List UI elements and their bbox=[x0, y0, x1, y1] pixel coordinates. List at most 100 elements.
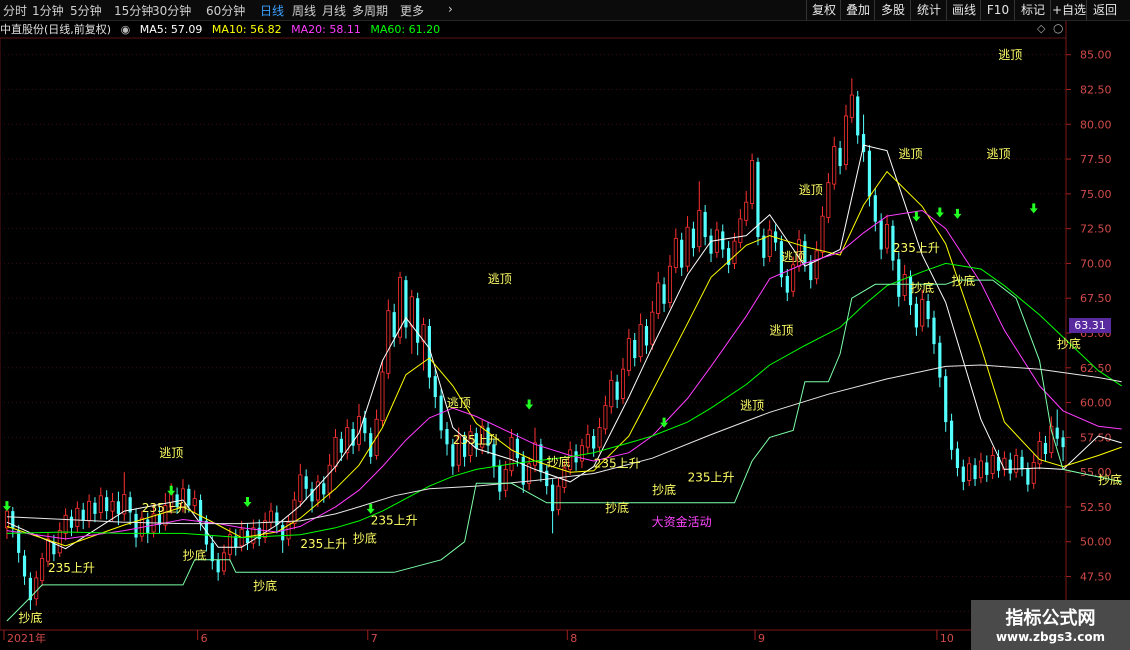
candle-body-down bbox=[680, 239, 684, 268]
signal-label: 抄底 bbox=[1098, 472, 1122, 487]
toolbar-button-5[interactable]: F10 bbox=[980, 0, 1015, 20]
signal-label: 235上升 bbox=[453, 433, 500, 447]
candle-body-up bbox=[732, 240, 737, 264]
period-tab-9[interactable]: 多周期 bbox=[352, 2, 388, 19]
candle-body-up bbox=[814, 250, 819, 280]
toolbar-button-1[interactable]: 叠加 bbox=[840, 0, 875, 20]
kline-chart[interactable]: 85.00 82.50 80.00 77.50 75.00 72.50 70.00 67.50… bbox=[0, 0, 1130, 650]
toolbar-button-0[interactable]: 复权 bbox=[806, 0, 841, 20]
candle-body-up bbox=[4, 510, 9, 529]
candle-body-down bbox=[592, 435, 596, 449]
toolbar-button-4[interactable]: 画线 bbox=[946, 0, 981, 20]
signal-arrow-icon bbox=[167, 485, 176, 496]
period-tab-6[interactable]: 日线 bbox=[260, 2, 284, 19]
candle-body-down bbox=[392, 312, 396, 338]
candle-body-down bbox=[949, 420, 954, 450]
candle-body-down bbox=[785, 275, 789, 293]
signal-label: 逃顶 bbox=[899, 147, 923, 161]
candle-body-down bbox=[69, 516, 74, 528]
candle-body-up bbox=[34, 577, 39, 600]
candle-body-down bbox=[1020, 456, 1024, 470]
chevron-right-icon[interactable]: › bbox=[448, 2, 453, 16]
candle-body-up bbox=[673, 237, 678, 268]
price-axis-label: 60.00 bbox=[1080, 397, 1112, 410]
candle-body-down bbox=[944, 376, 948, 423]
right-edge-column bbox=[1116, 20, 1130, 600]
candle-body-down bbox=[416, 298, 420, 343]
candle-body-up bbox=[98, 495, 103, 513]
ma60-value: MA60: 61.20 bbox=[370, 23, 441, 36]
period-tab-7[interactable]: 周线 bbox=[292, 2, 316, 19]
signal-label: 抄底 bbox=[652, 482, 676, 497]
period-tab-10[interactable]: 更多 bbox=[400, 2, 424, 19]
price-axis-label: 52.50 bbox=[1080, 501, 1112, 514]
candle-body-down bbox=[198, 499, 203, 523]
series-line-ma60 bbox=[6, 262, 1122, 539]
candle-body-down bbox=[926, 300, 930, 320]
period-tab-4[interactable]: 30分钟 bbox=[152, 2, 191, 19]
signal-label: 235上升 bbox=[300, 537, 347, 551]
toolbar-button-3[interactable]: 统计 bbox=[910, 0, 947, 20]
candle-body-down bbox=[1061, 437, 1065, 448]
candle-body-up bbox=[744, 201, 749, 221]
period-tab-8[interactable]: 月线 bbox=[322, 2, 346, 19]
candle-body-up bbox=[63, 514, 68, 534]
price-axis-label: 70.00 bbox=[1080, 257, 1112, 270]
candle-body-up bbox=[621, 368, 626, 399]
signal-arrow-icon bbox=[935, 207, 944, 218]
date-label: 2021年 bbox=[7, 631, 46, 645]
toolbar-button-2[interactable]: 多股 bbox=[874, 0, 911, 20]
price-axis-label: 82.50 bbox=[1080, 83, 1112, 96]
candle-body-up bbox=[298, 474, 303, 502]
candle-body-down bbox=[22, 555, 27, 577]
candle-body-down bbox=[691, 228, 696, 249]
signal-label: 抄底 bbox=[18, 610, 42, 625]
price-axis-label: 50.00 bbox=[1080, 536, 1112, 549]
candle-body-down bbox=[322, 483, 326, 495]
signal-label: 抄底 bbox=[546, 454, 570, 469]
toolbar-button-8[interactable]: 返回 bbox=[1086, 0, 1123, 20]
signal-arrow-icon bbox=[2, 501, 11, 512]
candle-body-up bbox=[268, 510, 273, 523]
signal-arrow-icon bbox=[525, 399, 534, 410]
signal-label: 抄底 bbox=[605, 500, 629, 515]
toolbar-button-7[interactable]: +自选 bbox=[1050, 0, 1087, 20]
signal-label: 逃顶 bbox=[987, 147, 1011, 161]
toolbar-button-6[interactable]: 标记 bbox=[1014, 0, 1051, 20]
candle-body-up bbox=[57, 530, 62, 554]
candle-body-up bbox=[386, 310, 391, 374]
indicator-icon: ◉ bbox=[120, 23, 131, 36]
period-tab-0[interactable]: 分时 bbox=[3, 2, 27, 19]
price-axis-label: 72.50 bbox=[1080, 223, 1112, 236]
watermark-url: www.zbgs3.com bbox=[995, 630, 1106, 644]
period-tab-1[interactable]: 1分钟 bbox=[32, 2, 64, 19]
candle-body-up bbox=[333, 436, 338, 467]
period-tab-2[interactable]: 5分钟 bbox=[70, 2, 102, 19]
candle-body-down bbox=[985, 462, 989, 475]
signal-label: 逃顶 bbox=[740, 399, 764, 413]
candle-body-up bbox=[685, 226, 690, 267]
candle-body-down bbox=[451, 444, 455, 467]
candle-body-down bbox=[339, 438, 343, 453]
candle-body-down bbox=[703, 211, 707, 237]
candle-body-up bbox=[638, 324, 643, 358]
candle-body-down bbox=[809, 262, 813, 281]
price-axis-label: 80.00 bbox=[1080, 118, 1112, 131]
candle-body-up bbox=[750, 160, 755, 204]
period-tab-5[interactable]: 60分钟 bbox=[206, 2, 245, 19]
candle-body-up bbox=[503, 468, 508, 491]
candle-body-up bbox=[667, 265, 672, 303]
candle-body-down bbox=[116, 501, 121, 514]
candle-body-down bbox=[521, 456, 525, 485]
signal-label: 235上升 bbox=[48, 561, 95, 575]
candle-body-down bbox=[932, 317, 936, 345]
diamond-icon[interactable]: ◇ bbox=[1037, 22, 1045, 35]
dot-icon[interactable]: ○ bbox=[1053, 21, 1063, 35]
candle-body-up bbox=[626, 338, 631, 371]
ma20-value: MA20: 58.11 bbox=[291, 23, 361, 36]
signal-label: 抄底 bbox=[183, 547, 207, 562]
period-tab-3[interactable]: 15分钟 bbox=[114, 2, 153, 19]
candle-body-down bbox=[17, 530, 21, 553]
candle-body-up bbox=[697, 210, 702, 248]
candle-body-down bbox=[709, 235, 713, 254]
